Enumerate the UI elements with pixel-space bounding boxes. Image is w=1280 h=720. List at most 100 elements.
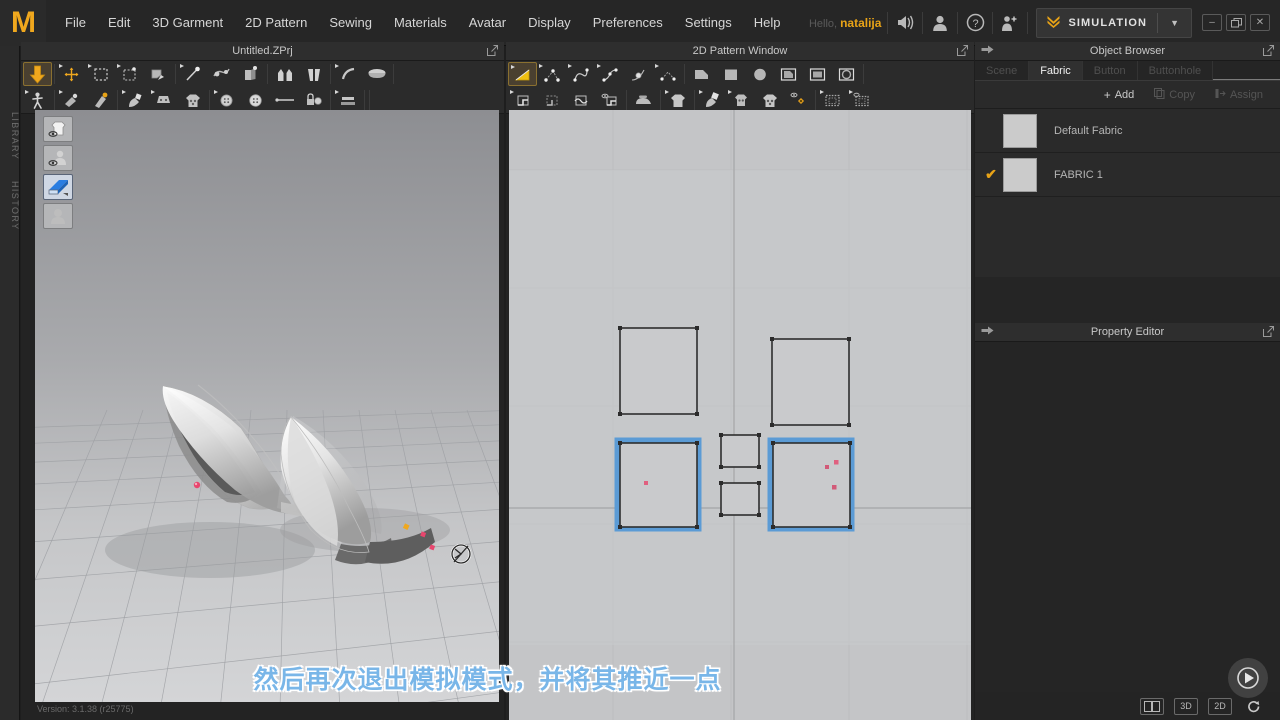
zipper-tool[interactable] [57, 88, 86, 112]
graphic-shirt-tool[interactable] [178, 88, 207, 112]
menu-settings[interactable]: Settings [674, 9, 743, 36]
history-tab[interactable]: HISTORY [0, 174, 20, 238]
select-move-tool[interactable] [57, 62, 86, 86]
edit-curve-point-tool[interactable] [566, 62, 595, 86]
popout-icon[interactable] [1263, 326, 1274, 340]
inner-polygon-tool[interactable] [774, 62, 803, 86]
shirt-tool[interactable] [663, 88, 692, 112]
arrange-pattern-tool[interactable] [270, 62, 299, 86]
popout-icon[interactable] [957, 45, 968, 59]
split-view-button[interactable] [1140, 697, 1164, 715]
tab-fabric[interactable]: Fabric [1029, 61, 1083, 80]
curve-pleat-tool[interactable] [566, 88, 595, 112]
texture-2d-tool[interactable] [726, 88, 755, 112]
add-point-tool[interactable] [595, 62, 624, 86]
menu-help[interactable]: Help [743, 9, 792, 36]
popout-icon[interactable] [487, 45, 498, 59]
graphic-2d-tool[interactable] [755, 88, 784, 112]
inner-rectangle-tool[interactable] [803, 62, 832, 86]
tape-line-tool[interactable] [270, 88, 299, 112]
pivot-tool[interactable] [784, 88, 813, 112]
chevron-down-icon[interactable]: ▼ [1158, 18, 1191, 28]
3d-viewport[interactable] [35, 110, 499, 702]
add-avatar-icon[interactable] [993, 0, 1027, 46]
grading-edit-tool[interactable] [847, 88, 876, 112]
edit-curvature-tool[interactable] [537, 62, 566, 86]
button-place-tool[interactable] [86, 88, 115, 112]
fabric-swatch[interactable] [1003, 113, 1037, 148]
segment-tool[interactable] [653, 62, 682, 86]
arrange-mirror-tool[interactable] [299, 62, 328, 86]
edit-pattern-tool[interactable] [508, 62, 537, 86]
minimize-button[interactable]: – [1202, 14, 1222, 31]
texture-tool[interactable] [120, 88, 149, 112]
avatar-preview-toggle[interactable] [43, 203, 73, 229]
menu-2d-pattern[interactable]: 2D Pattern [234, 9, 318, 36]
dock-pin-icon[interactable] [981, 325, 994, 339]
reset-view-button[interactable] [1242, 698, 1266, 715]
show-pattern-surface-toggle[interactable] [43, 174, 73, 200]
maximize-button[interactable] [1226, 14, 1246, 31]
close-button[interactable]: ✕ [1250, 14, 1270, 31]
2d-viewport[interactable] [509, 110, 971, 720]
account-icon[interactable] [923, 0, 957, 46]
check-icon[interactable]: ✔ [979, 166, 1003, 183]
menu-sewing[interactable]: Sewing [318, 9, 383, 36]
buttonhole-tool[interactable] [241, 88, 270, 112]
help-icon[interactable]: ? [958, 0, 992, 46]
menu-preferences[interactable]: Preferences [582, 9, 674, 36]
pin-tool[interactable] [178, 62, 207, 86]
iron-tool[interactable] [629, 88, 658, 112]
pleat-view-tool[interactable] [595, 88, 624, 112]
menu-file[interactable]: File [54, 9, 97, 36]
free-sewing-tool[interactable] [236, 62, 265, 86]
tab-buttonhole[interactable]: Buttonhole [1138, 61, 1214, 80]
greeting-username[interactable]: natalija [840, 16, 881, 30]
print-tool[interactable] [149, 88, 178, 112]
menu-display[interactable]: Display [517, 9, 582, 36]
select-mesh-tool[interactable] [86, 62, 115, 86]
belt-tool[interactable] [362, 62, 391, 86]
polygon-tool[interactable] [687, 62, 716, 86]
show-garment-toggle[interactable] [43, 116, 73, 142]
fabric-roll-tool[interactable] [697, 88, 726, 112]
sewing-tool[interactable] [207, 62, 236, 86]
menu-edit[interactable]: Edit [97, 9, 141, 36]
transform-pattern-tool[interactable] [115, 62, 144, 86]
lock-button-tool[interactable] [299, 88, 328, 112]
simulation-mode-selector[interactable]: SIMULATION ▼ [1036, 7, 1192, 38]
menu-avatar[interactable]: Avatar [458, 9, 517, 36]
tab-scene[interactable]: Scene [975, 61, 1030, 80]
copy-button[interactable]: Copy [1147, 85, 1202, 105]
dock-pin-icon[interactable] [981, 44, 994, 58]
view-2d-button[interactable]: 2D [1208, 697, 1232, 715]
simulate-tool[interactable] [23, 62, 52, 86]
view-3d-button[interactable]: 3D [1174, 697, 1198, 715]
avatar-pose-tool[interactable] [23, 88, 52, 112]
list-item[interactable]: ✔ FABRIC 1 [975, 153, 1280, 197]
app-logo-icon[interactable]: M [0, 0, 46, 46]
button-add-tool[interactable] [212, 88, 241, 112]
library-tab[interactable]: LIBRARY [0, 104, 20, 168]
popout-icon[interactable] [1263, 45, 1274, 59]
assign-button[interactable]: Assign [1208, 85, 1270, 105]
menu-materials[interactable]: Materials [383, 9, 458, 36]
tab-button[interactable]: Button [1083, 61, 1138, 80]
inner-circle-tool[interactable] [832, 62, 861, 86]
add-button[interactable]: + Add [1097, 86, 1142, 104]
rectangle-tool[interactable] [716, 62, 745, 86]
show-avatar-toggle[interactable] [43, 145, 73, 171]
speaker-icon[interactable] [888, 0, 922, 46]
fold-arrange-tool[interactable] [144, 62, 173, 86]
fabric-swatch[interactable] [1003, 157, 1037, 192]
list-item[interactable]: Default Fabric [975, 109, 1280, 153]
round-corner-tool[interactable] [624, 62, 653, 86]
grading-tool[interactable] [818, 88, 847, 112]
circle-tool[interactable] [745, 62, 774, 86]
pleat-tool[interactable] [508, 88, 537, 112]
curve-tool[interactable] [333, 62, 362, 86]
play-overlay-icon[interactable] [1228, 658, 1268, 698]
dart-tool[interactable] [537, 88, 566, 112]
fold-plane-tool[interactable] [333, 88, 362, 112]
menu-3d-garment[interactable]: 3D Garment [141, 9, 234, 36]
